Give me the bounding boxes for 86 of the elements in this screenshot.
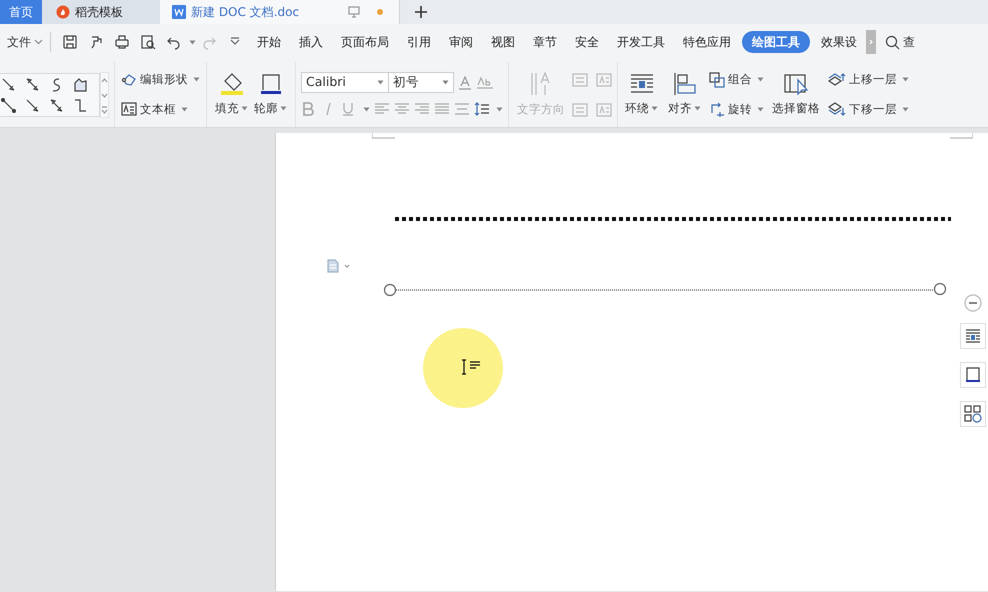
text-box-unlink-icon xyxy=(572,102,588,116)
caret-icon xyxy=(280,106,287,112)
text-box-link-icon xyxy=(572,72,588,86)
ribbon-tab[interactable]: 开发工具 xyxy=(610,31,672,53)
layout-options-icon[interactable] xyxy=(964,405,982,423)
ribbon-big-button[interactable]: 轮廓 xyxy=(251,70,290,120)
save-icon[interactable] xyxy=(62,34,78,50)
shape-tool-button[interactable]: 编辑形状 xyxy=(120,69,201,90)
font-size-field[interactable]: 初号 xyxy=(388,72,454,93)
ribbon-button[interactable]: 旋转 xyxy=(708,98,765,120)
ribbon-big-button[interactable]: 环绕 xyxy=(622,70,661,120)
window-tab[interactable]: 稻壳模板 xyxy=(42,0,160,24)
layer-down-icon xyxy=(828,101,846,118)
caret-icon xyxy=(694,106,701,112)
flame-logo-icon xyxy=(56,5,70,19)
arrow-icon[interactable] xyxy=(25,98,40,112)
ribbon-tab[interactable]: 绘图工具 xyxy=(742,31,810,53)
font-family-field[interactable]: Calibri xyxy=(301,72,389,93)
double-arrow-icon[interactable] xyxy=(25,76,40,92)
corner-mark-icon xyxy=(372,133,396,139)
text-box-icon xyxy=(596,102,612,116)
plus-icon[interactable] xyxy=(414,5,428,19)
caret-icon xyxy=(757,106,764,112)
ribbon-big-button[interactable]: 对齐 xyxy=(665,70,704,120)
text-wrap-icon[interactable] xyxy=(964,327,982,345)
text-direction-button: 文字方向 xyxy=(514,68,568,120)
ribbon-tab[interactable]: 效果设 xyxy=(814,31,864,53)
ribbon-tab[interactable]: 页面布局 xyxy=(334,31,396,53)
caret-icon xyxy=(442,80,449,85)
paint-bucket-icon xyxy=(218,72,244,96)
ribbon-button[interactable]: 下移一层 xyxy=(827,98,910,120)
line-spacing-icon[interactable] xyxy=(474,101,490,117)
ribbon-tab[interactable]: 开始 xyxy=(250,31,288,53)
caret-icon xyxy=(902,106,909,112)
outline-icon[interactable] xyxy=(964,366,982,384)
text-cursor-icon xyxy=(460,359,482,377)
document-w-icon xyxy=(172,5,186,19)
chevron-down-icon xyxy=(34,39,43,45)
text-box-icon xyxy=(596,72,612,86)
corner-mark-icon xyxy=(949,133,973,139)
search-icon xyxy=(885,34,900,50)
caret-icon xyxy=(496,106,503,112)
selection-pane-button[interactable]: 选择窗格 xyxy=(769,70,823,120)
align-objects-icon xyxy=(672,72,698,96)
layer-up-icon xyxy=(828,72,846,88)
caret-icon xyxy=(363,106,370,112)
window-tab[interactable]: 首页 xyxy=(0,0,42,24)
print-icon[interactable] xyxy=(114,34,130,50)
double-arrow-icon[interactable] xyxy=(49,98,64,112)
ribbon-tab[interactable]: 章节 xyxy=(526,31,564,53)
caret-icon xyxy=(377,80,384,85)
font-color-icon[interactable] xyxy=(458,76,472,90)
ribbon-tab[interactable]: 视图 xyxy=(484,31,522,53)
caret-icon xyxy=(189,40,196,44)
shape-tool-button[interactable]: 文本框 xyxy=(120,98,189,120)
zoom-out-icon[interactable] xyxy=(964,294,982,312)
rotate-icon xyxy=(709,101,725,118)
ribbon-tab[interactable]: 插入 xyxy=(292,31,330,53)
caret-icon xyxy=(193,77,200,82)
ribbon-tab[interactable]: 特色应用 xyxy=(676,31,738,53)
line-icon[interactable] xyxy=(1,98,16,112)
ribbon-tab[interactable]: 审阅 xyxy=(442,31,480,53)
gallery-scroll-icon[interactable] xyxy=(100,72,109,118)
search-button[interactable]: 查 xyxy=(884,31,916,53)
arrow-icon[interactable] xyxy=(1,76,16,92)
ribbon-button[interactable]: 组合 xyxy=(708,69,765,90)
selected-line-shape[interactable] xyxy=(383,283,947,297)
caret-icon xyxy=(651,106,658,112)
file-menu[interactable]: 文件 xyxy=(6,31,44,53)
ribbon-tab[interactable]: 安全 xyxy=(568,31,606,53)
group-icon xyxy=(709,72,725,88)
elbow-connector-icon[interactable] xyxy=(73,98,88,112)
window-tab[interactable]: 新建 DOC 文档.doc xyxy=(160,0,400,24)
text-box-icon xyxy=(121,102,137,116)
monitor-icon[interactable] xyxy=(348,6,360,18)
ribbon-tab[interactable]: 引用 xyxy=(400,31,438,53)
ribbon-button[interactable]: 上移一层 xyxy=(827,69,910,90)
caret-icon xyxy=(181,106,188,112)
caret-icon xyxy=(902,77,909,82)
caret-icon xyxy=(241,106,248,112)
print-preview-icon[interactable] xyxy=(140,34,156,50)
freeform-icon[interactable] xyxy=(73,76,88,92)
selection-pane-icon xyxy=(783,72,809,96)
caret-icon xyxy=(757,77,764,82)
edit-points-icon xyxy=(121,72,137,87)
ribbon-big-button[interactable]: 填充 xyxy=(212,70,251,120)
